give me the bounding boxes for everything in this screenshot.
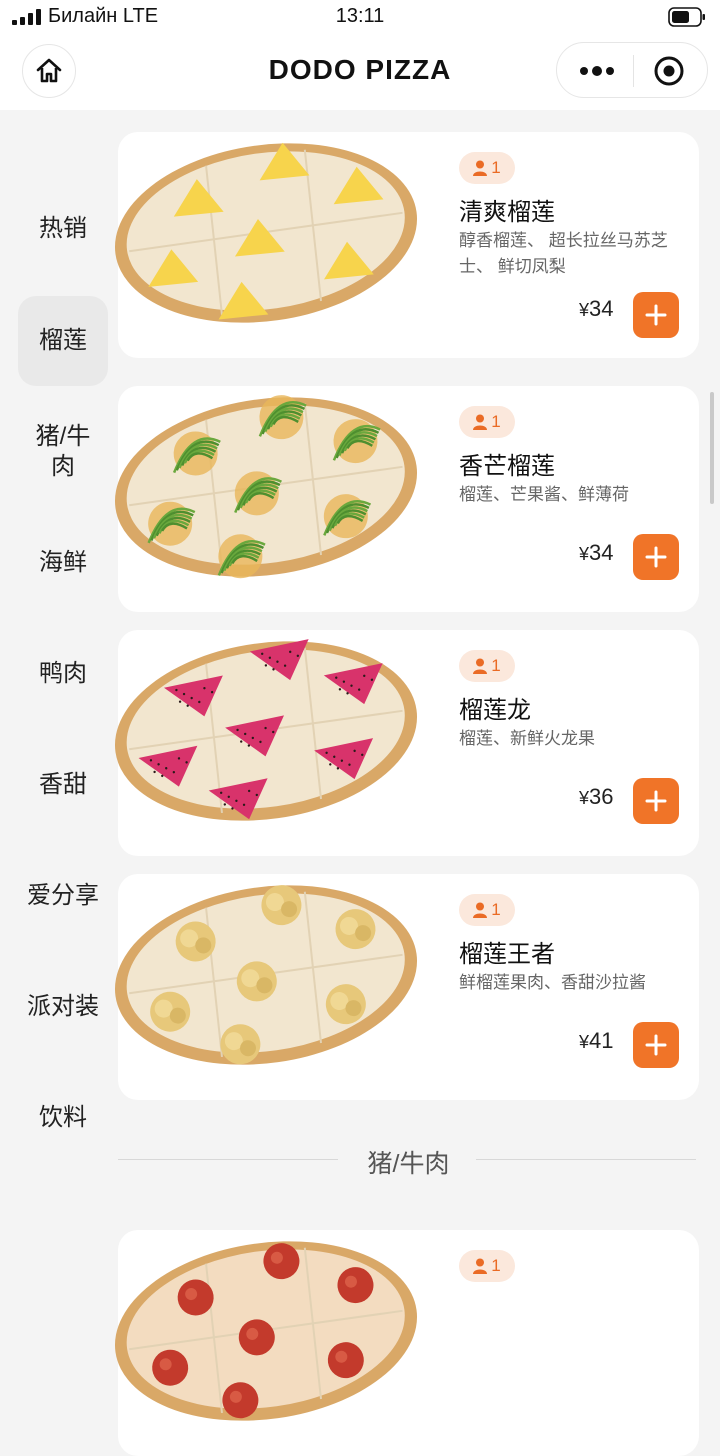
product-description: 醇香榴莲、 超长拉丝马苏芝士、 鲜切凤梨	[459, 231, 668, 276]
category-label: 榴莲	[39, 327, 87, 354]
capsule-divider	[633, 55, 634, 87]
product-price: ¥36	[579, 784, 614, 810]
add-to-cart-button[interactable]	[633, 292, 679, 338]
pizza-image	[114, 142, 418, 323]
product-name: 榴莲龙	[459, 697, 531, 724]
target-circle-icon[interactable]	[653, 55, 685, 87]
clock: 13:11	[335, 5, 385, 27]
more-button[interactable]	[575, 57, 619, 85]
person-icon	[473, 902, 488, 918]
plus-icon	[645, 304, 667, 326]
scrollbar[interactable]	[710, 392, 714, 504]
category-sidebar: 热销 榴莲 猪/牛肉 海鲜 鸭肉 香甜 爱分享 派对装 饮料	[0, 110, 118, 1280]
product-card[interactable]: 1 榴莲龙 榴莲、新鲜火龙果 ¥36	[114, 630, 699, 856]
category-hot[interactable]: 热销	[18, 184, 108, 274]
category-label: 热销	[39, 215, 87, 242]
price-value: 34	[589, 540, 614, 565]
currency-symbol: ¥	[579, 300, 590, 320]
pizza-image	[114, 885, 418, 1065]
product-name: 香芒榴莲	[459, 453, 555, 480]
add-to-cart-button[interactable]	[633, 1022, 679, 1068]
product-name: 清爽榴莲	[459, 199, 555, 226]
category-label: 猪/牛肉	[35, 423, 91, 480]
add-to-cart-button[interactable]	[633, 778, 679, 824]
category-seafood[interactable]: 海鲜	[18, 518, 108, 608]
product-description: 榴莲、新鲜火龙果	[459, 729, 595, 748]
category-label: 饮料	[39, 1104, 87, 1131]
person-icon	[473, 1258, 488, 1274]
category-label: 海鲜	[39, 549, 87, 576]
product-description: 鲜榴莲果肉、香甜沙拉酱	[459, 973, 646, 992]
divider-line-right	[476, 1159, 696, 1160]
battery-icon	[668, 7, 705, 27]
product-price: ¥34	[579, 296, 614, 322]
person-icon	[473, 658, 488, 674]
plus-icon	[645, 1034, 667, 1056]
person-icon	[473, 414, 488, 430]
price-value: 36	[589, 784, 614, 809]
serves-badge: 1	[459, 406, 515, 438]
category-label: 派对装	[27, 993, 99, 1020]
category-label: 香甜	[39, 771, 87, 798]
more-dots-icon	[580, 66, 614, 76]
pizza-image	[114, 1241, 418, 1421]
product-card[interactable]: 1 香芒榴莲 榴莲、芒果酱、鲜薄荷 ¥34	[114, 386, 699, 612]
category-pork-beef[interactable]: 猪/牛肉	[18, 407, 108, 497]
product-card[interactable]: 1 清爽榴莲 醇香榴莲、 超长拉丝马苏芝士、 鲜切凤梨 ¥34	[114, 132, 699, 358]
serves-count: 1	[491, 900, 501, 919]
product-card[interactable]: 1	[114, 1230, 699, 1456]
serves-badge: 1	[459, 894, 515, 926]
serves-badge: 1	[459, 650, 515, 682]
category-drinks[interactable]: 饮料	[18, 1073, 108, 1163]
price-value: 34	[589, 296, 614, 321]
category-label: 爱分享	[27, 882, 99, 909]
pizza-image	[114, 639, 418, 821]
status-bar: Билайн LTE 13:11	[0, 0, 720, 34]
category-party[interactable]: 派对装	[18, 962, 108, 1052]
price-value: 41	[589, 1028, 614, 1053]
category-share[interactable]: 爱分享	[18, 851, 108, 941]
serves-count: 1	[491, 412, 501, 431]
nav-bar: DODO PIZZA	[0, 34, 720, 110]
serves-count: 1	[491, 158, 501, 177]
category-duck[interactable]: 鸭肉	[18, 629, 108, 719]
serves-count: 1	[491, 1256, 501, 1275]
section-divider: 猪/牛肉	[118, 1140, 699, 1180]
serves-badge: 1	[459, 1250, 515, 1282]
currency-symbol: ¥	[579, 1032, 590, 1052]
product-list: 1 清爽榴莲 醇香榴莲、 超长拉丝马苏芝士、 鲜切凤梨 ¥34 1 香芒榴莲 榴…	[114, 110, 720, 1456]
product-card[interactable]: 1 榴莲王者 鲜榴莲果肉、香甜沙拉酱 ¥41	[114, 874, 699, 1100]
add-to-cart-button[interactable]	[633, 534, 679, 580]
serves-badge: 1	[459, 152, 515, 184]
currency-symbol: ¥	[579, 544, 590, 564]
category-durian[interactable]: 榴莲	[18, 296, 108, 386]
section-title: 猪/牛肉	[367, 1150, 450, 1178]
pizza-image	[114, 395, 418, 579]
product-description: 榴莲、芒果酱、鲜薄荷	[459, 485, 629, 504]
product-price: ¥41	[579, 1028, 614, 1054]
currency-symbol: ¥	[579, 788, 590, 808]
product-price: ¥34	[579, 540, 614, 566]
mini-program-capsule	[556, 42, 708, 98]
category-sweet[interactable]: 香甜	[18, 740, 108, 830]
serves-count: 1	[491, 656, 501, 675]
category-label: 鸭肉	[39, 660, 87, 687]
plus-icon	[645, 790, 667, 812]
product-name: 榴莲王者	[459, 941, 555, 968]
person-icon	[473, 160, 488, 176]
plus-icon	[645, 546, 667, 568]
